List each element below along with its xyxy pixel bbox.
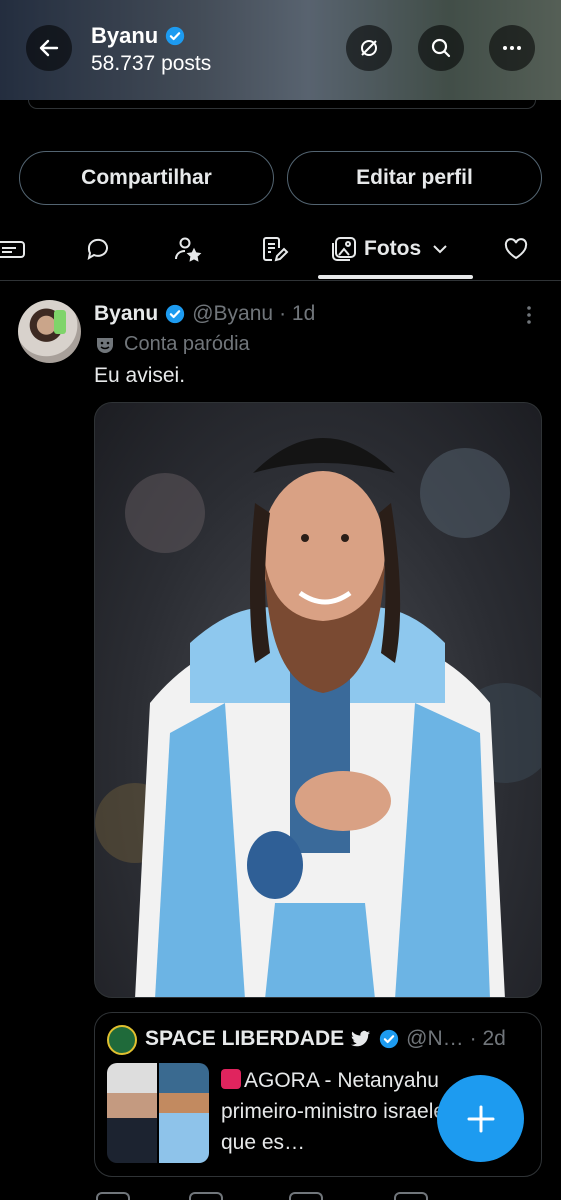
profile-header-banner: Byanu 58.737 posts (0, 0, 561, 100)
verified-badge-icon (379, 1029, 399, 1049)
banner-edge (28, 100, 536, 109)
post-author-handle[interactable]: @Byanu (192, 302, 273, 326)
quoted-post-time: · 2d (469, 1027, 506, 1050)
verified-badge-icon (166, 304, 185, 324)
repost-icon[interactable] (189, 1192, 223, 1200)
more-horizontal-icon (503, 46, 521, 50)
reply-icon[interactable] (96, 1192, 130, 1200)
siren-emoji-icon (221, 1069, 241, 1089)
plus-icon (467, 1105, 494, 1132)
quoted-author-name: SPACE LIBERDADE (145, 1027, 345, 1050)
quoted-post-thumbnails (107, 1063, 209, 1163)
person-star-icon (175, 237, 202, 262)
header-username: Byanu (91, 23, 159, 48)
post-more-button[interactable] (518, 304, 540, 331)
views-icon[interactable] (394, 1192, 428, 1200)
post-text: Eu avisei. (94, 364, 186, 387)
quoted-author-avatar (107, 1025, 137, 1055)
more-options-button[interactable] (489, 25, 535, 71)
bird-icon (351, 1030, 371, 1047)
author-avatar[interactable] (18, 300, 81, 363)
heart-icon (504, 238, 528, 260)
post-photo-illustration (95, 438, 541, 997)
tab-highlights[interactable] (172, 228, 202, 270)
more-vertical-icon (527, 306, 531, 324)
tab-fotos-label: Fotos (364, 237, 422, 260)
post-action-bar (94, 1190, 542, 1200)
post-image[interactable] (94, 402, 542, 998)
document-edit-icon (263, 237, 289, 262)
tab-media-edit[interactable] (259, 228, 289, 270)
quoted-thumbnail-2 (159, 1063, 209, 1163)
arrow-left-icon (39, 39, 59, 57)
back-button[interactable] (26, 25, 72, 71)
tab-articles[interactable] (0, 228, 26, 270)
share-profile-button[interactable]: Compartilhar (19, 151, 274, 205)
parody-label: Conta paródia (124, 333, 250, 355)
parody-label-row: Conta paródia (94, 333, 250, 356)
speech-bubble-icon (87, 238, 108, 261)
tab-replies[interactable] (84, 228, 112, 270)
tab-fotos[interactable]: Fotos (330, 228, 451, 270)
compose-post-button[interactable] (437, 1075, 524, 1162)
chevron-down-icon (433, 245, 447, 254)
article-icon (0, 241, 25, 258)
verified-badge-icon (166, 26, 185, 46)
quoted-author-line: SPACE LIBERDADE @N… · 2d (145, 1027, 506, 1051)
post-author-line: Byanu @Byanu · 1d (94, 302, 315, 326)
theater-mask-icon (97, 337, 113, 353)
profile-tabs: Fotos (0, 218, 561, 281)
like-icon[interactable] (289, 1192, 323, 1200)
posts-count: 58.737 posts (91, 52, 212, 75)
photos-icon (332, 237, 356, 261)
quoted-thumbnail-1 (107, 1063, 157, 1163)
edit-profile-button[interactable]: Editar perfil (287, 151, 542, 205)
search-button[interactable] (418, 25, 464, 71)
post-time: · 1d (279, 302, 316, 325)
header-title: Byanu (91, 23, 186, 49)
search-icon (431, 38, 451, 58)
notifications-off-button[interactable] (346, 25, 392, 71)
post-author-name[interactable]: Byanu (94, 302, 158, 326)
quoted-author-handle: @N… (406, 1027, 464, 1050)
bell-slash-icon (361, 40, 377, 56)
active-tab-indicator (318, 275, 473, 279)
tab-likes[interactable] (502, 228, 530, 270)
